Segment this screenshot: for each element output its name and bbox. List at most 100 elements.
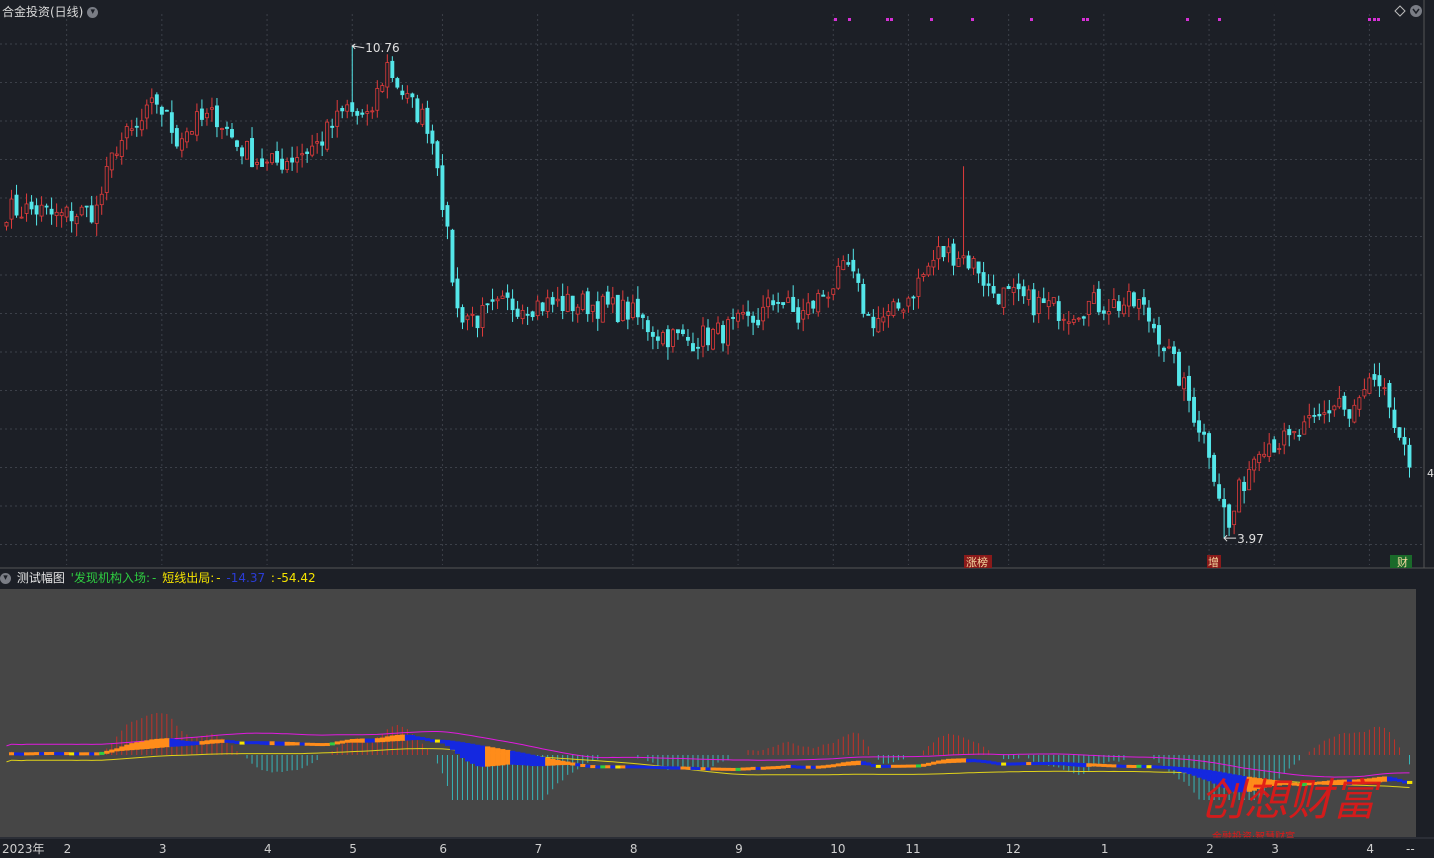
candle-body: [149, 97, 154, 103]
ribbon-segment: [1171, 766, 1177, 771]
candle-body: [1387, 383, 1392, 408]
ribbon-segment: [1026, 762, 1032, 766]
candle-body: [1267, 443, 1272, 458]
ribbon-segment: [580, 763, 586, 767]
candle-body: [250, 138, 254, 168]
ribbon-segment: [1176, 766, 1182, 772]
candle-body: [415, 98, 420, 123]
ribbon-segment: [870, 763, 877, 767]
candle-body: [605, 291, 610, 305]
ribbon-segment: [595, 765, 601, 769]
ribbon-segment: [84, 752, 90, 756]
candle-body: [635, 298, 640, 318]
candle-body: [540, 302, 545, 312]
event-tag-zeng[interactable]: 增: [1207, 555, 1221, 569]
candle-body: [119, 140, 124, 157]
candle-body: [736, 312, 741, 322]
ribbon-segment: [795, 765, 801, 769]
ribbon-segment: [369, 738, 376, 743]
stock-chart[interactable]: 10.76 3.97 4 创想财富 金融投资·智慧财富 2023年 -- 234…: [0, 0, 1434, 858]
ribbon-segment: [705, 767, 711, 771]
candle-body: [1157, 325, 1161, 345]
candle-body: [94, 204, 99, 224]
ribbon-segment: [935, 760, 942, 764]
candle-body: [680, 329, 685, 335]
x-axis-month-label: 11: [905, 842, 920, 856]
indicator-header: ▾ 测试幅图 '发现机构入场: - 短线出局: - -14.37 : -54.42: [0, 569, 1434, 587]
chevron-down-icon[interactable]: ▾: [87, 7, 99, 18]
candle-body: [926, 265, 931, 276]
candle-body: [846, 262, 851, 265]
ribbon-segment: [1016, 762, 1022, 766]
ribbon-segment: [409, 734, 416, 741]
ribbon-segment: [364, 738, 371, 743]
ribbon-segment: [429, 739, 436, 743]
candle-body: [139, 120, 144, 131]
ribbon-segment: [9, 752, 15, 756]
candle-body: [179, 138, 184, 151]
ribbon-segment: [986, 760, 992, 764]
ribbon-segment: [239, 741, 245, 745]
candle-body: [49, 208, 54, 215]
candle-body: [931, 259, 936, 268]
ribbon-segment: [319, 743, 325, 747]
candle-body: [144, 104, 149, 119]
ribbon-segment: [1066, 762, 1072, 766]
candle-body: [235, 140, 239, 147]
ribbon-segment: [560, 760, 566, 766]
candle-body: [14, 194, 19, 216]
ribbon-segment: [915, 764, 922, 768]
candle-body: [1237, 479, 1242, 513]
candle-body: [425, 107, 430, 134]
candle-body: [505, 292, 510, 298]
ribbon-segment: [710, 767, 716, 771]
candle-body: [1407, 444, 1412, 468]
candle-body: [891, 301, 896, 316]
candle-body: [1056, 301, 1061, 321]
candle-body: [941, 245, 946, 258]
ribbon-segment: [775, 765, 781, 769]
ribbon-segment: [1191, 768, 1197, 776]
event-tag-zhangbang[interactable]: 涨榜: [964, 555, 992, 569]
ribbon-segment: [605, 765, 611, 769]
candle-body: [580, 293, 585, 311]
ribbon-segment: [1166, 766, 1172, 770]
event-tag-label: 涨榜: [966, 555, 988, 569]
event-tag-cai[interactable]: 财: [1390, 555, 1412, 569]
ribbon-segment: [54, 752, 60, 756]
ribbon-segment: [154, 738, 160, 749]
candle-body: [34, 205, 39, 215]
ribbon-segment: [1116, 764, 1122, 768]
candle-body: [590, 304, 595, 312]
ribbon-segment: [384, 736, 391, 742]
candle-body: [1272, 439, 1277, 453]
chevron-down-icon[interactable]: [1410, 5, 1422, 17]
indicator-name[interactable]: 测试幅图: [17, 571, 65, 585]
candle-body: [300, 153, 305, 156]
candle-body: [460, 307, 465, 323]
ribbon-segment: [114, 748, 120, 752]
candle-body: [1001, 287, 1006, 308]
chevron-down-icon[interactable]: ▾: [0, 573, 11, 584]
ribbon-segment: [630, 765, 636, 769]
candle-body: [350, 102, 355, 112]
ribbon-segment: [354, 738, 361, 743]
candle-body: [520, 309, 525, 320]
candle-body: [1362, 389, 1367, 397]
candle-body: [310, 145, 315, 156]
candle-body: [906, 297, 911, 307]
x-axis-month-label: 2: [64, 842, 72, 856]
ribbon-segment: [670, 766, 676, 770]
ribbon-segment: [540, 756, 546, 767]
candle-body: [866, 313, 871, 316]
candle-body: [1292, 431, 1297, 434]
candle-body: [340, 107, 345, 112]
ribbon-segment: [940, 759, 947, 764]
candle-body: [1182, 377, 1186, 390]
candle-body: [575, 306, 580, 315]
ribbon-segment: [14, 752, 20, 756]
ribbon-segment: [615, 765, 621, 769]
candle-body: [570, 295, 575, 312]
ribbon-segment: [835, 763, 842, 767]
indicator-item-value: -: [216, 571, 221, 585]
